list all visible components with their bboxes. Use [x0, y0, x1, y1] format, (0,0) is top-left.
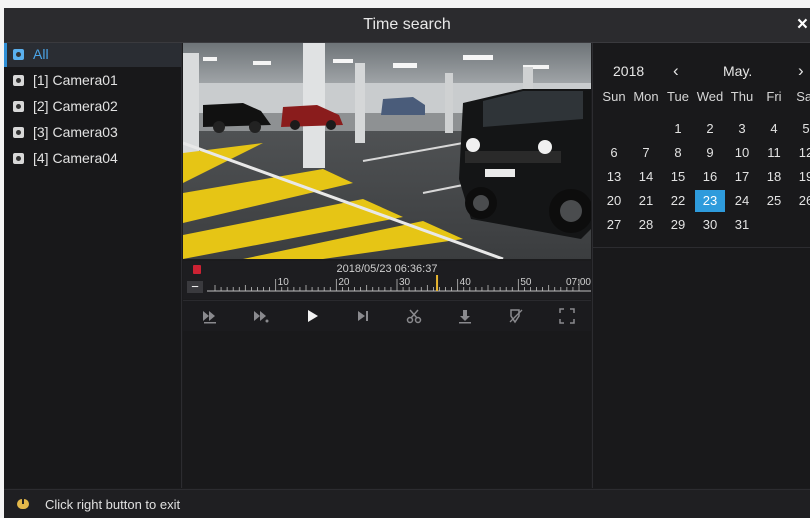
- channel-label: [3] Camera03: [33, 124, 118, 140]
- timeline-cursor[interactable]: [436, 275, 439, 291]
- calendar-day-1[interactable]: 1: [663, 118, 693, 140]
- calendar-day-2[interactable]: 2: [695, 118, 725, 140]
- time-search-window: Time search × All [1] Camera01 [2] Camer…: [4, 8, 810, 518]
- camera-icon: [13, 75, 24, 86]
- ruler-tick-label: 30: [399, 277, 411, 288]
- calendar-day-29[interactable]: 29: [663, 214, 693, 236]
- channel-label: [4] Camera04: [33, 150, 118, 166]
- step-forward-icon[interactable]: [354, 307, 372, 325]
- calendar-day-4[interactable]: 4: [759, 118, 789, 140]
- download-icon[interactable]: [456, 307, 474, 325]
- mouse-icon: [17, 499, 29, 509]
- calendar-day-18[interactable]: 18: [759, 166, 789, 188]
- calendar-day-25[interactable]: 25: [759, 190, 789, 212]
- calendar-divider: [593, 247, 810, 248]
- calendar-day-5[interactable]: 5: [791, 118, 810, 140]
- exit-hint: Click right button to exit: [45, 497, 181, 512]
- calendar-day-6[interactable]: 6: [599, 142, 629, 164]
- channel-list: All [1] Camera01 [2] Camera02 [3] Camera…: [4, 43, 182, 488]
- close-icon[interactable]: ×: [797, 14, 808, 36]
- zoom-out-button[interactable]: −: [187, 280, 203, 293]
- playback-controls: [183, 300, 591, 332]
- calendar-day-11[interactable]: 11: [759, 142, 789, 164]
- calendar-day-8[interactable]: 8: [663, 142, 693, 164]
- camera-icon: [13, 153, 24, 164]
- weekday-label: Fri: [766, 89, 782, 104]
- calendar-day-20[interactable]: 20: [599, 190, 629, 212]
- channel-item-camera02[interactable]: [2] Camera02: [4, 95, 181, 119]
- play-icon[interactable]: [303, 307, 321, 325]
- calendar-year: 2018: [613, 63, 645, 79]
- channel-item-camera03[interactable]: [3] Camera03: [4, 121, 181, 145]
- calendar-day-17[interactable]: 17: [727, 166, 757, 188]
- calendar-month: May.: [723, 63, 753, 79]
- channel-item-camera01[interactable]: [1] Camera01: [4, 69, 181, 93]
- calendar-day-28[interactable]: 28: [631, 214, 661, 236]
- calendar-day-15[interactable]: 15: [663, 166, 693, 188]
- calendar-day-3[interactable]: 3: [727, 118, 757, 140]
- ruler-tick-label: 10: [278, 277, 290, 288]
- calendar-day-9[interactable]: 9: [695, 142, 725, 164]
- channel-item-camera04[interactable]: [4] Camera04: [4, 147, 181, 171]
- timeline-timestamp: 2018/05/23 06:36:37: [336, 263, 438, 275]
- selection-indicator: [4, 43, 7, 67]
- next-month-icon[interactable]: ›: [798, 61, 804, 81]
- weekday-label: Wed: [696, 89, 724, 104]
- camera-icon: [13, 49, 24, 60]
- calendar-day-13[interactable]: 13: [599, 166, 629, 188]
- calendar-day-19[interactable]: 19: [791, 166, 810, 188]
- prev-month-icon[interactable]: ‹: [673, 61, 679, 81]
- status-bar: Click right button to exit: [4, 489, 810, 518]
- calendar-header: 2018 ‹ May. ›: [593, 61, 810, 83]
- channel-label: [1] Camera01: [33, 72, 118, 88]
- channel-label: [2] Camera02: [33, 98, 118, 114]
- weekday-label: Sat: [796, 89, 810, 104]
- camera-icon: [13, 127, 24, 138]
- clip-icon[interactable]: [405, 307, 423, 325]
- slow-backward-icon[interactable]: [201, 307, 219, 325]
- fullscreen-icon[interactable]: [558, 307, 576, 325]
- window-title: Time search: [363, 16, 451, 33]
- calendar-day-23[interactable]: 23: [695, 190, 725, 212]
- timeline-ruler[interactable]: 10 20 30 40 50 07:00: [207, 275, 591, 299]
- calendar-day-31[interactable]: 31: [727, 214, 757, 236]
- timeline-bar: 2018/05/23 06:36:37 − 10 20 30 40 50 07:00: [183, 261, 591, 299]
- calendar-day-21[interactable]: 21: [631, 190, 661, 212]
- weekday-label: Tue: [667, 89, 689, 104]
- calendar-day-24[interactable]: 24: [727, 190, 757, 212]
- ruler-tick-label: 50: [520, 277, 532, 288]
- weekday-label: Sun: [602, 89, 626, 104]
- weekday-label: Thu: [730, 89, 754, 104]
- calendar-day-10[interactable]: 10: [727, 142, 757, 164]
- parking-garage-frame: [183, 43, 591, 259]
- calendar-day-26[interactable]: 26: [791, 190, 810, 212]
- calendar-panel: 2018 ‹ May. › Sun Mon Tue Wed Thu Fri Sa…: [592, 43, 810, 488]
- channel-item-all[interactable]: All: [4, 43, 181, 67]
- tag-icon[interactable]: [507, 307, 525, 325]
- empty-playback-area: [183, 331, 591, 488]
- calendar-day-27[interactable]: 27: [599, 214, 629, 236]
- weekday-label: Mon: [633, 89, 659, 104]
- ruler-tick-label: 20: [338, 277, 350, 288]
- calendar-day-7[interactable]: 7: [631, 142, 661, 164]
- title-bar: Time search ×: [4, 8, 810, 43]
- calendar-day-12[interactable]: 12: [791, 142, 810, 164]
- calendar-day-30[interactable]: 30: [695, 214, 725, 236]
- ruler-tick-label: 40: [460, 277, 472, 288]
- calendar-day-14[interactable]: 14: [631, 166, 661, 188]
- video-playback-view[interactable]: [183, 43, 591, 259]
- calendar-day-22[interactable]: 22: [663, 190, 693, 212]
- camera-icon: [13, 101, 24, 112]
- channel-label: All: [33, 46, 49, 62]
- calendar-day-16[interactable]: 16: [695, 166, 725, 188]
- ruler-tick-label: 07:00: [566, 277, 591, 288]
- slow-forward-icon[interactable]: [252, 307, 270, 325]
